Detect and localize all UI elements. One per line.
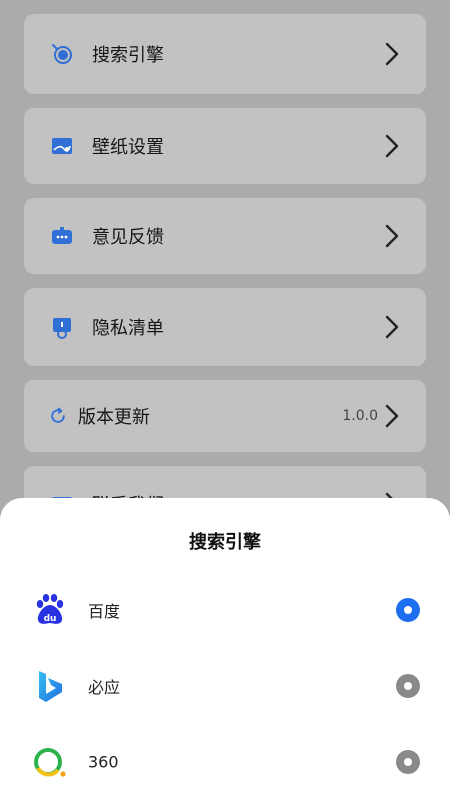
radio-unselected[interactable]: [396, 674, 420, 698]
360-logo: [34, 748, 66, 777]
search-engine-sheet: 搜索引擎 du 百度 必应 360: [0, 498, 450, 800]
sheet-title: 搜索引擎: [189, 532, 261, 553]
engine-option-360[interactable]: 360: [0, 732, 450, 792]
engine-option-label: 百度: [88, 602, 121, 621]
engine-option-label: 360: [88, 752, 119, 772]
radio-selected[interactable]: [396, 598, 420, 622]
bing-logo: [39, 671, 62, 702]
engine-option-baidu[interactable]: du 百度: [0, 580, 450, 640]
svg-text:du: du: [44, 614, 57, 624]
engine-option-bing[interactable]: 必应: [0, 656, 450, 716]
radio-unselected[interactable]: [396, 750, 420, 774]
engine-option-label: 必应: [88, 678, 121, 697]
baidu-logo: du: [36, 594, 64, 624]
